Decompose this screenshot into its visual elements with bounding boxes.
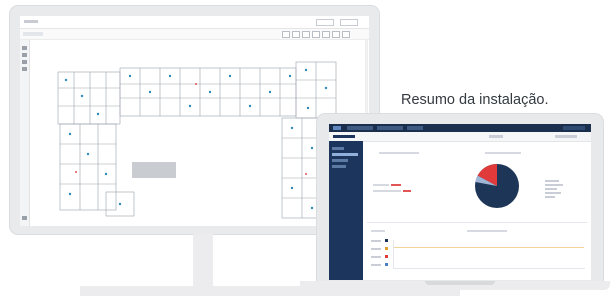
row-label	[371, 256, 381, 258]
page-title	[333, 135, 355, 138]
legend-item	[545, 188, 557, 190]
toolbar-tool-icon[interactable]	[332, 31, 340, 38]
left-tool-palette	[20, 40, 30, 226]
legend-item	[545, 196, 555, 198]
row-marker	[385, 263, 388, 266]
tool-icon[interactable]	[22, 46, 27, 50]
dashboard-subnav	[329, 132, 591, 142]
laptop-screen	[329, 124, 591, 280]
app-title-placeholder	[24, 20, 38, 23]
toolbar-tool-icon[interactable]	[312, 31, 320, 38]
floorplan-app-titlebar	[20, 16, 369, 29]
sidebar-item[interactable]	[332, 147, 344, 150]
stat-value	[403, 190, 411, 192]
toolbar-field[interactable]	[23, 32, 43, 36]
tool-icon[interactable]	[22, 60, 27, 64]
stat-value	[391, 184, 401, 186]
timeline-series	[394, 247, 584, 248]
timeline-axis	[393, 240, 394, 268]
tool-icon[interactable]	[22, 67, 27, 71]
filter-control[interactable]	[489, 135, 503, 138]
legend-item	[545, 180, 559, 182]
toolbar-tool-icon[interactable]	[322, 31, 330, 38]
chart-heading	[485, 152, 521, 154]
header-button[interactable]	[316, 19, 334, 26]
dashboard-top-nav	[329, 124, 591, 132]
sidebar-item-active[interactable]	[332, 153, 358, 156]
laptop-lid	[317, 114, 603, 282]
nav-tab[interactable]	[377, 126, 403, 130]
nav-tab[interactable]	[407, 126, 423, 130]
row-label	[371, 248, 381, 250]
laptop-notch	[425, 281, 495, 285]
monitor-stand-neck	[193, 234, 213, 290]
row-marker	[385, 255, 388, 258]
dashboard-content	[367, 144, 587, 278]
app-logo-icon[interactable]	[333, 126, 341, 130]
timeline-heading	[371, 230, 385, 232]
stat-label	[373, 190, 401, 192]
toolbar-tool-icon[interactable]	[302, 31, 310, 38]
tool-icon[interactable]	[22, 216, 27, 220]
caption-text: Resumo da instalação.	[401, 92, 549, 108]
legend-item	[545, 192, 561, 194]
dashboard-sidebar	[329, 141, 363, 280]
sidebar-item[interactable]	[332, 159, 348, 162]
section-heading	[379, 152, 419, 154]
toolbar-tool-icon[interactable]	[292, 31, 300, 38]
toolbar-tool-icon[interactable]	[342, 31, 350, 38]
tool-icon[interactable]	[22, 53, 27, 57]
nav-tab[interactable]	[347, 126, 373, 130]
row-label	[371, 264, 381, 266]
timeline-title	[467, 230, 507, 232]
hatched-area	[132, 162, 176, 178]
timeline-x-axis	[393, 268, 585, 269]
row-label	[371, 240, 381, 242]
filter-control[interactable]	[555, 135, 577, 138]
header-button[interactable]	[340, 19, 358, 26]
user-menu[interactable]	[563, 126, 585, 130]
toolbar-tool-icon[interactable]	[282, 31, 290, 38]
section-divider	[367, 222, 587, 223]
pie-chart[interactable]	[467, 156, 527, 216]
floorplan-toolbar	[20, 29, 369, 40]
sidebar-item[interactable]	[332, 165, 346, 168]
row-marker	[385, 247, 388, 250]
legend-item	[545, 184, 563, 186]
row-marker	[385, 239, 388, 242]
stat-label	[373, 184, 389, 186]
